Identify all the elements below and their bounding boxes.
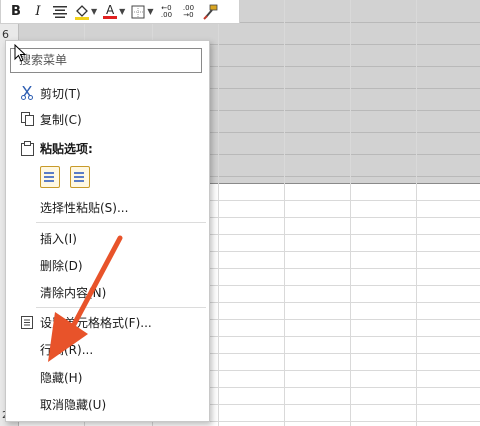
menu-separator [36,222,206,223]
fill-color-icon[interactable] [73,3,91,21]
decrease-decimal-icon[interactable]: .00 →0 [179,3,197,21]
menu-item-copy[interactable]: 复制(C) [6,108,209,130]
paste-formatting-icon[interactable] [40,166,60,188]
fill-color-dropdown-icon[interactable]: ▼ [91,7,97,16]
font-color-dropdown-icon[interactable]: ▼ [119,7,125,16]
format-cells-icon [16,315,38,329]
clipboard-icon [16,140,38,156]
paste-values-icon[interactable] [70,166,90,188]
context-menu: 搜索菜单 剪切(T) 复制(C) 粘贴选项: 选择性粘贴(S)... 插入(I)… [5,40,210,422]
menu-item-delete[interactable]: 删除(D) [6,254,209,276]
align-center-icon[interactable] [51,3,69,21]
increase-decimal-icon[interactable]: ←0 .00 [157,3,175,21]
bold-button[interactable]: B [7,3,25,21]
borders-dropdown-icon[interactable]: ▼ [147,7,153,16]
menu-item-paste-options: 粘贴选项: [6,137,209,159]
search-menu-input[interactable]: 搜索菜单 [10,48,202,73]
menu-item-hide[interactable]: 隐藏(H) [6,366,209,388]
menu-item-cut[interactable]: 剪切(T) [6,82,209,104]
menu-separator [36,307,206,308]
menu-item-insert[interactable]: 插入(I) [6,227,209,249]
format-painter-icon[interactable] [201,3,219,21]
menu-item-clear-contents[interactable]: 清除内容(N) [6,281,209,303]
mouse-cursor-icon [14,44,26,62]
menu-item-paste-special[interactable]: 选择性粘贴(S)... [6,196,209,218]
font-color-icon[interactable]: A [101,3,119,21]
italic-button[interactable]: I [29,3,47,21]
menu-item-row-height[interactable]: 行高(R)... [6,338,209,360]
paste-option-icons [40,166,90,188]
copy-icon [16,112,38,126]
borders-icon[interactable] [129,3,147,21]
scissors-icon [16,86,38,100]
mini-format-toolbar: B I ▼ A ▼ ▼ ←0 .00 .00 →0 [0,0,240,24]
menu-item-unhide[interactable]: 取消隐藏(U) [6,393,209,415]
menu-item-format-cells[interactable]: 设置单元格格式(F)... [6,311,209,333]
